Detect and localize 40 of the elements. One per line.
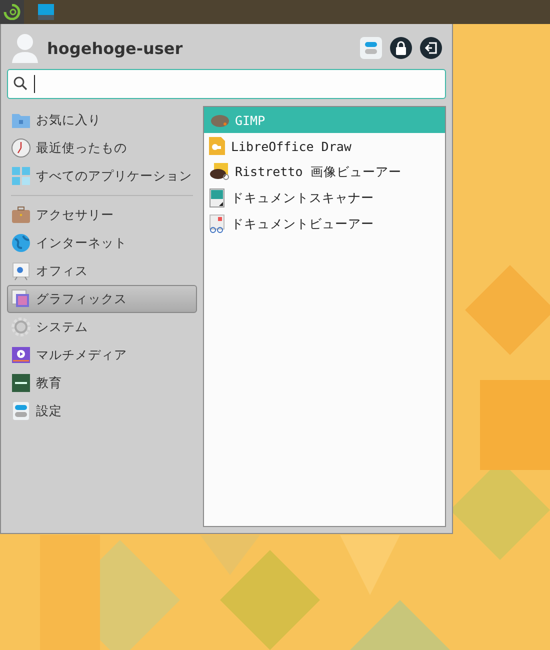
- picture-frames-icon: [11, 289, 31, 309]
- drawing-document-icon: [206, 136, 228, 156]
- app-item[interactable]: ドキュメントビューアー: [204, 211, 445, 237]
- window-icon: [38, 4, 54, 20]
- category-item[interactable]: マルチメディア: [7, 341, 197, 369]
- log-out-button[interactable]: [420, 37, 442, 59]
- settings-button[interactable]: [360, 37, 382, 59]
- category-item[interactable]: アクセサリー: [7, 201, 197, 229]
- lock-icon: [395, 41, 407, 55]
- gear-icon: [11, 317, 31, 337]
- category-item[interactable]: 教育: [7, 369, 197, 397]
- app-item[interactable]: ドキュメントスキャナー: [204, 185, 445, 211]
- category-item[interactable]: オフィス: [7, 257, 197, 285]
- user-name: hogehoge-user: [47, 38, 184, 58]
- globe-icon: [11, 233, 31, 253]
- user-avatar-icon: [11, 33, 39, 63]
- category-item[interactable]: すべてのアプリケーション: [7, 162, 197, 190]
- clock-icon: [11, 138, 31, 158]
- text-cursor: [34, 75, 35, 93]
- category-item[interactable]: お気に入り: [7, 106, 197, 134]
- category-item[interactable]: 設定: [7, 397, 197, 425]
- log-out-icon: [425, 42, 437, 54]
- search-icon: [13, 76, 28, 91]
- search-field[interactable]: [7, 69, 446, 99]
- category-item[interactable]: 最近使ったもの: [7, 134, 197, 162]
- category-item[interactable]: システム: [7, 313, 197, 341]
- briefcase-icon: [11, 205, 31, 225]
- toggles-icon: [11, 401, 31, 421]
- app-item[interactable]: Ristretto 画像ビューアー: [204, 159, 445, 185]
- chalkboard-icon: [11, 373, 31, 393]
- lock-button[interactable]: [390, 37, 412, 59]
- media-player-icon: [11, 345, 31, 365]
- app-menu-button[interactable]: [0, 0, 24, 24]
- toggles-icon: [364, 40, 378, 56]
- grid-icon: [11, 166, 31, 186]
- category-item[interactable]: インターネット: [7, 229, 197, 257]
- spiral-logo-icon: [3, 4, 21, 20]
- category-item[interactable]: グラフィックス: [7, 285, 197, 313]
- presentation-board-icon: [11, 261, 31, 281]
- app-item[interactable]: LibreOffice Draw: [204, 133, 445, 159]
